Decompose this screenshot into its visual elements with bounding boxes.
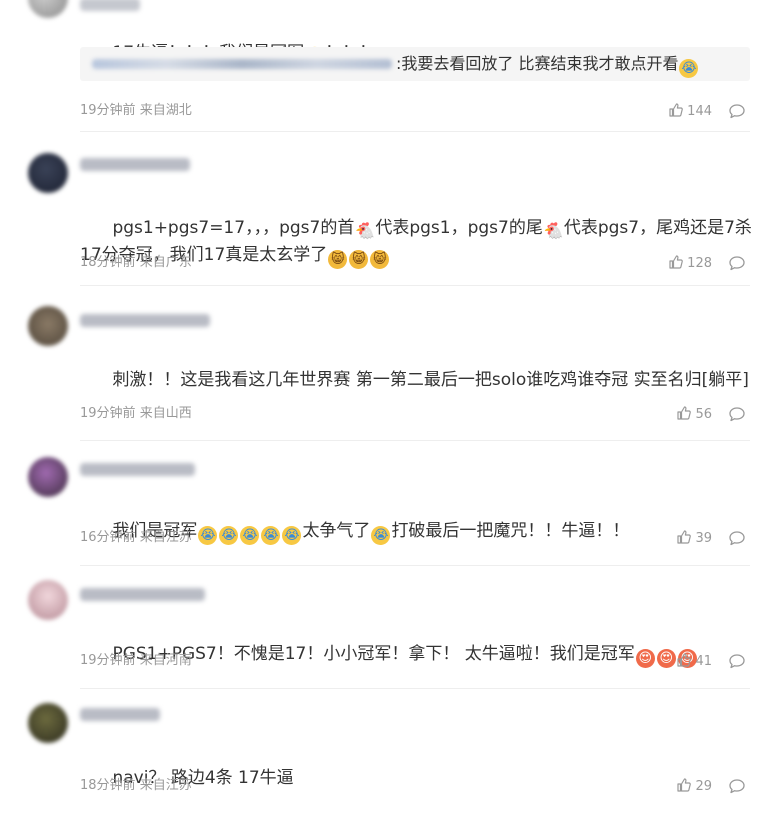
comment-item: PGS1+PGS7！不愧是17！小小冠军！拿下！ 太牛逼啦！我们是冠军 😍 😍 😍 1…	[0, 566, 772, 688]
crying-emoji-icon: 😭	[679, 59, 699, 78]
comment-location: 来自江苏	[139, 778, 192, 793]
like-count: 41	[695, 654, 712, 669]
comment-item: pgs1+pgs7=17，，，pgs7的首🐔代表pgs1，pgs7的尾🐔代表pg…	[0, 132, 772, 285]
like-button[interactable]: 39	[676, 529, 712, 548]
like-count: 29	[695, 779, 712, 794]
username-blurred[interactable]	[80, 0, 140, 11]
reply-bubble-icon[interactable]	[728, 405, 746, 423]
avatar[interactable]	[28, 153, 68, 193]
like-button[interactable]: 56	[676, 405, 712, 424]
avatar[interactable]	[28, 457, 68, 497]
like-button[interactable]: 144	[668, 102, 712, 121]
comment-location: 来自江苏	[139, 530, 192, 545]
reply-bubble-icon[interactable]	[728, 652, 746, 670]
comment-location: 来自山西	[139, 406, 192, 421]
comment-location: 来自广东	[139, 255, 192, 270]
comment-meta: 19分钟前 来自山西	[80, 405, 192, 423]
crying-emoji-icon: 😭	[261, 526, 281, 545]
comment-time: 18分钟前	[80, 778, 136, 793]
reply-bubble-icon[interactable]	[728, 777, 746, 795]
like-thumb-icon	[668, 102, 684, 118]
cat-emoji-icon: 😸	[370, 250, 390, 269]
reply-text: :我要去看回放了 比赛结束我才敢点开看 😭	[396, 54, 699, 78]
comment-meta: 18分钟前 来自广东	[80, 254, 192, 272]
avatar[interactable]	[28, 0, 68, 18]
like-thumb-icon	[676, 652, 692, 668]
comment-meta: 19分钟前 来自河南	[80, 652, 192, 670]
crying-emoji-icon: 😭	[240, 526, 260, 545]
username-blurred[interactable]	[80, 314, 210, 327]
love-emoji-icon: 😍	[656, 649, 676, 668]
comment-text: pgs1+pgs7=17，，，pgs7的首🐔代表pgs1，pgs7的尾🐔代表pg…	[80, 218, 752, 269]
comment-meta: 19分钟前 来自湖北	[80, 102, 192, 120]
crying-emoji-icon: 😭	[198, 526, 218, 545]
chicken-emoji-icon: 🐔	[543, 221, 564, 240]
username-blurred[interactable]	[80, 158, 190, 171]
like-count: 39	[695, 531, 712, 546]
comment-time: 19分钟前	[80, 406, 136, 421]
like-button[interactable]: 41	[676, 652, 712, 671]
reply-bubble-icon[interactable]	[728, 529, 746, 547]
like-button[interactable]: 29	[676, 777, 712, 796]
comment-meta: 16分钟前 来自江苏	[80, 529, 192, 547]
like-count: 144	[687, 104, 712, 119]
comment-item: 我们是冠军 😭 😭 😭 😭 😭 太争气了 😭 打破最后一把魔咒！！牛逼！！ 16分钟前 来自江苏…	[0, 441, 772, 565]
comment-location: 来自河南	[139, 653, 192, 668]
crying-emoji-icon: 😭	[219, 526, 239, 545]
comment-item: navi？ 路边4条 17牛逼 18分钟前 来自江苏 29	[0, 689, 772, 804]
like-thumb-icon	[668, 254, 684, 270]
reply-box[interactable]: :我要去看回放了 比赛结束我才敢点开看 😭	[80, 47, 750, 81]
chicken-emoji-icon: 🐔	[355, 221, 376, 240]
cat-emoji-icon: 😸	[328, 250, 348, 269]
comment-item: 刺激！！这是我看这几年世界赛 第一第二最后一把solo谁吃鸡谁夺冠 实至名归[躺…	[0, 286, 772, 440]
avatar[interactable]	[28, 580, 68, 620]
username-blurred[interactable]	[80, 463, 195, 476]
crying-emoji-icon: 😭	[282, 526, 302, 545]
username-blurred[interactable]	[80, 708, 160, 721]
like-thumb-icon	[676, 529, 692, 545]
comment-time: 19分钟前	[80, 653, 136, 668]
like-count: 56	[695, 407, 712, 422]
crying-emoji-icon: 😭	[371, 526, 391, 545]
like-count: 128	[687, 256, 712, 271]
reply-bubble-icon[interactable]	[728, 254, 746, 272]
avatar[interactable]	[28, 306, 68, 346]
comment-location: 来自湖北	[139, 103, 192, 118]
reply-bubble-icon[interactable]	[728, 102, 746, 120]
like-button[interactable]: 128	[668, 254, 712, 273]
comment-time: 18分钟前	[80, 255, 136, 270]
username-blurred[interactable]	[80, 588, 205, 601]
comment-meta: 18分钟前 来自江苏	[80, 777, 192, 795]
comment-item: 17牛逼！！！我们是冠军🏆！！！ :我要去看回放了 比赛结束我才敢点开看😭 19…	[0, 0, 772, 131]
comment-feed: 17牛逼！！！我们是冠军🏆！！！ :我要去看回放了 比赛结束我才敢点开看😭 19…	[0, 0, 772, 804]
reply-username-blurred[interactable]	[92, 59, 392, 69]
love-emoji-icon: 😍	[635, 649, 655, 668]
avatar[interactable]	[28, 703, 68, 743]
like-thumb-icon	[676, 777, 692, 793]
cat-emoji-icon: 😸	[349, 250, 369, 269]
comment-time: 19分钟前	[80, 103, 136, 118]
comment-time: 16分钟前	[80, 530, 136, 545]
like-thumb-icon	[676, 405, 692, 421]
